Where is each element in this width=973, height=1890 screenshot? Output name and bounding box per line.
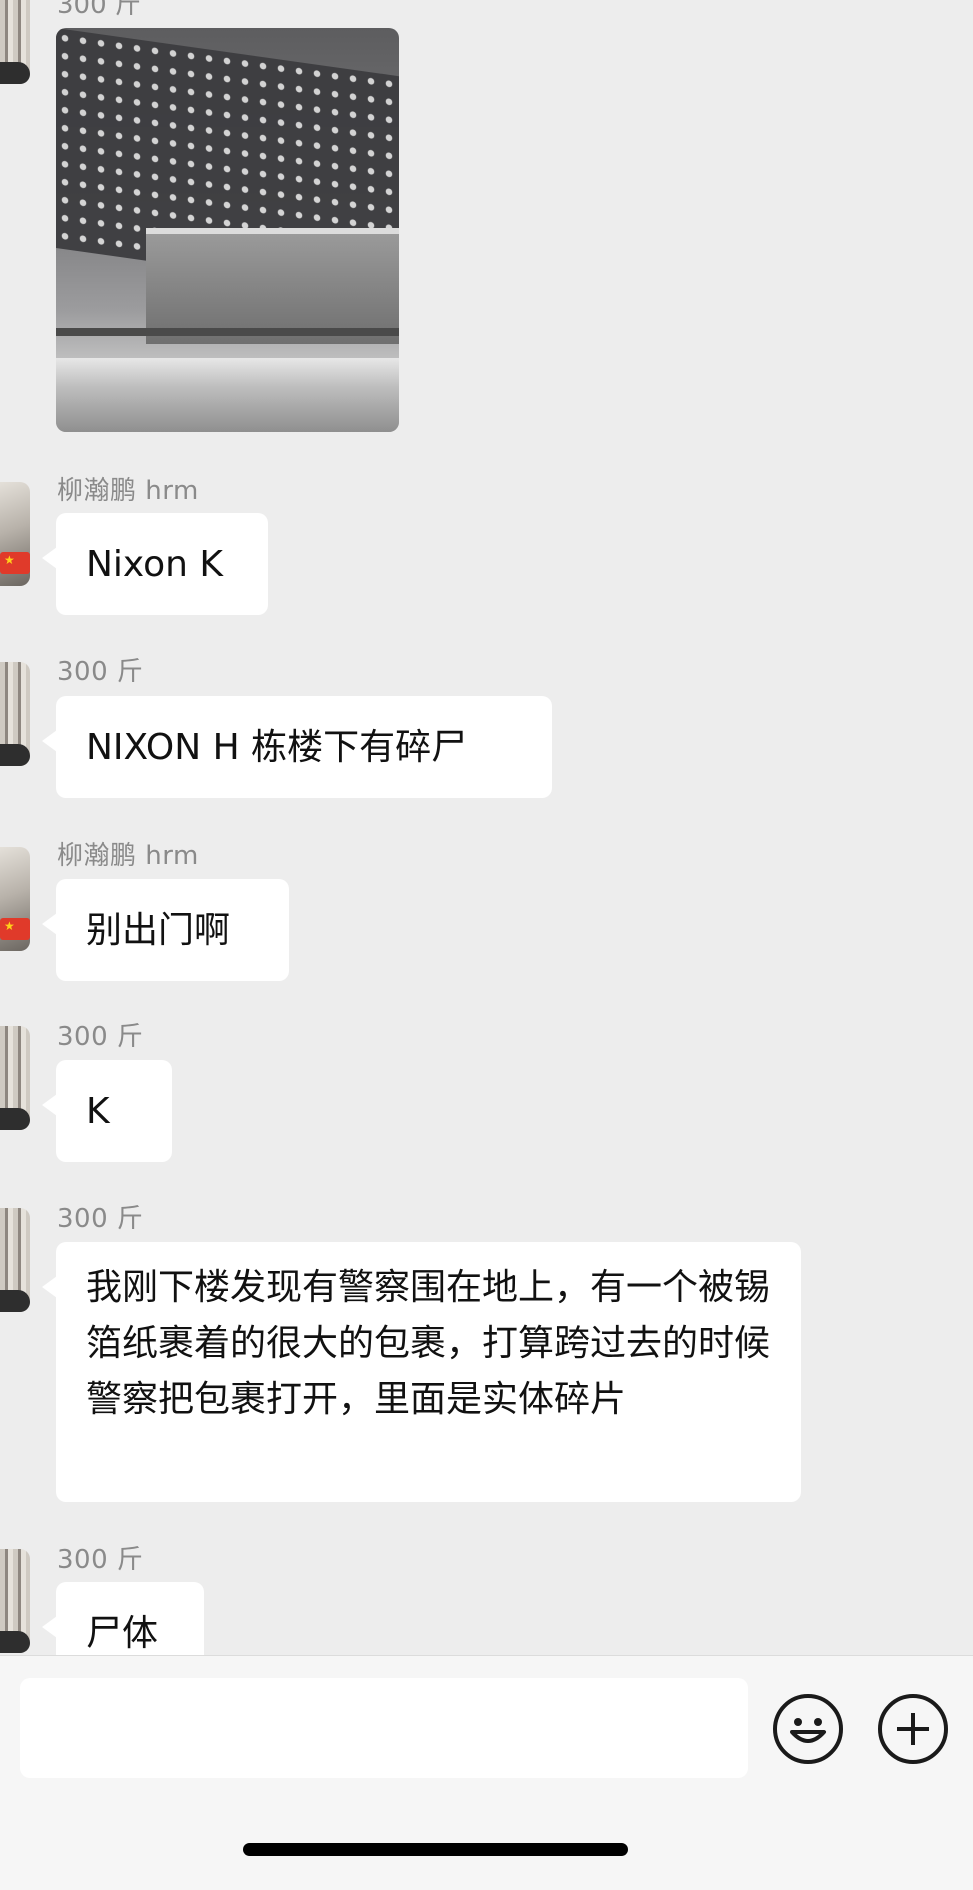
chat-message-list[interactable]: 300 斤 柳瀚鹏 hrm Nixon K 300 斤 NIXON H 栋楼下有…: [0, 0, 973, 1655]
avatar[interactable]: [0, 1549, 30, 1653]
avatar[interactable]: [0, 662, 30, 766]
sender-name: 300 斤: [57, 1204, 144, 1234]
photo-message[interactable]: [56, 28, 399, 432]
message-input[interactable]: [20, 1678, 748, 1778]
sender-name: 柳瀚鹏 hrm: [57, 841, 199, 871]
more-button[interactable]: [878, 1694, 948, 1764]
avatar[interactable]: [0, 0, 30, 84]
message-bubble[interactable]: 我刚下楼发现有警察围在地上，有一个被锡箔纸裹着的很大的包裹，打算跨过去的时候警察…: [42, 1242, 801, 1502]
sender-name: 柳瀚鹏 hrm: [57, 476, 199, 506]
input-bar: [0, 1655, 973, 1890]
avatar[interactable]: [0, 1026, 30, 1130]
home-indicator[interactable]: [243, 1843, 628, 1856]
message-bubble[interactable]: 尸体: [42, 1582, 204, 1655]
flag-icon: [0, 552, 30, 574]
message-bubble[interactable]: K: [42, 1060, 172, 1162]
plus-circle-icon: [897, 1713, 929, 1745]
message-bubble[interactable]: Nixon K: [42, 513, 268, 615]
flag-icon: [0, 918, 30, 940]
avatar[interactable]: [0, 1208, 30, 1312]
sender-name: 300 斤: [57, 0, 141, 20]
sender-name: 300 斤: [57, 657, 144, 687]
sender-name: 300 斤: [57, 1545, 144, 1575]
smiley-face-icon: [790, 1718, 826, 1743]
emoji-button[interactable]: [773, 1694, 843, 1764]
message-bubble[interactable]: NIXON H 栋楼下有碎尸: [42, 696, 552, 798]
message-bubble[interactable]: 别出门啊: [42, 879, 289, 981]
sender-name: 300 斤: [57, 1022, 144, 1052]
